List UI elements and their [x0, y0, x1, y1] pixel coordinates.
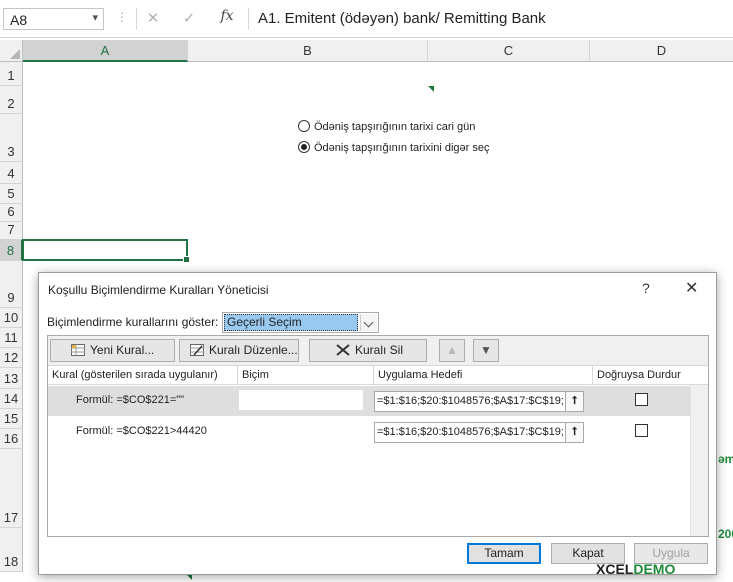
dialog-title: Koşullu Biçimlendirme Kuralları Yönetici… [48, 283, 269, 297]
rule-row[interactable]: Formül: =$CO$221="" =$1:$16;$20:$1048576… [48, 386, 690, 416]
column-header-format: Biçim [238, 366, 374, 385]
move-down-button[interactable]: ▼ [473, 339, 499, 362]
collapse-dialog-icon[interactable]: ⭡ [565, 392, 583, 411]
row-header[interactable]: 6 [0, 204, 23, 222]
cell-text-fragment: 200 [718, 527, 733, 541]
row-header[interactable]: 10 [0, 308, 23, 328]
formula-bar: A8 ▾ ⋮ ✕ ✓ fx A1. Emitent (ödəyən) bank/… [0, 0, 733, 38]
name-box[interactable]: A8 ▾ [3, 8, 104, 30]
close-icon[interactable]: ✕ [685, 278, 698, 298]
row-header[interactable]: 14 [0, 389, 23, 409]
cell-comment-indicator [428, 86, 434, 92]
ok-button[interactable]: Tamam [467, 543, 541, 564]
radio-label: Ödəniş tapşırığının tarixini digər seç [314, 142, 490, 154]
applies-to-value: =$1:$16;$20:$1048576;$A$17:$C$19; [377, 395, 564, 407]
delete-rule-label: Kuralı Sil [355, 343, 404, 357]
delete-rule-button[interactable]: Kuralı Sil [309, 339, 427, 362]
show-rules-value: Geçerli Seçim [224, 314, 358, 331]
row-header[interactable]: 17 [0, 449, 23, 528]
row-header[interactable]: 13 [0, 368, 23, 389]
row-header[interactable]: 7 [0, 222, 23, 240]
radio-label: Ödəniş tapşırığının tarixi cari gün [314, 121, 476, 133]
rules-panel: Yeni Kural... Kuralı Düzenle... Kuralı S… [47, 335, 709, 537]
column-header-d[interactable]: D [590, 40, 733, 62]
move-up-button[interactable]: ▲ [439, 339, 465, 362]
rule-row[interactable]: Formül: =$CO$221>44420 =$1:$16;$20:$1048… [48, 417, 690, 447]
watermark-logo: XCELDEMO [596, 561, 675, 577]
collapse-dialog-icon[interactable]: ⭡ [565, 423, 583, 442]
select-all-corner[interactable] [0, 40, 23, 62]
radio-button-selected-icon[interactable] [298, 141, 310, 153]
insert-function-icon[interactable]: fx [212, 8, 242, 24]
rule-formula: Formül: =$CO$221="" [76, 394, 185, 406]
column-header-applies-to: Uygulama Hedefi [374, 366, 593, 385]
check-icon[interactable]: ✓ [174, 9, 204, 29]
stop-if-true-checkbox[interactable] [635, 393, 648, 406]
radio-other-date[interactable]: Ödəniş tapşırığının tarixini digər seç [298, 141, 489, 154]
new-rule-icon [71, 342, 85, 356]
divider [248, 8, 249, 30]
formula-input[interactable]: A1. Emitent (ödəyən) bank/ Remitting Ban… [258, 10, 546, 27]
chevron-down-icon[interactable] [360, 314, 377, 331]
row-header[interactable]: 9 [0, 261, 23, 308]
rule-formula: Formül: =$CO$221>44420 [76, 425, 207, 437]
column-header-b[interactable]: B [188, 40, 428, 62]
column-header-rule: Kural (gösterilen sırada uygulanır) [48, 366, 238, 385]
rules-table-header: Kural (gösterilen sırada uygulanır) Biçi… [48, 366, 708, 385]
new-rule-label: Yeni Kural... [90, 343, 155, 357]
name-box-value: A8 [10, 12, 28, 28]
delete-icon [336, 342, 350, 356]
radio-button-icon[interactable] [298, 120, 310, 132]
help-button[interactable]: ? [642, 280, 650, 296]
show-rules-select[interactable]: Geçerli Seçim [222, 312, 379, 333]
divider [136, 8, 137, 30]
arrow-up-icon: ▲ [446, 343, 458, 357]
row-header[interactable]: 4 [0, 162, 23, 184]
new-rule-button[interactable]: Yeni Kural... [50, 339, 175, 362]
selected-cell-a8[interactable] [22, 239, 190, 263]
column-header-stop-if-true: Doğruysa Durdur [597, 369, 681, 381]
watermark-part-1: XCEL [596, 561, 634, 577]
cancel-icon[interactable]: ✕ [138, 9, 168, 29]
edit-rule-label: Kuralı Düzenle... [209, 343, 298, 357]
edit-rule-icon [190, 342, 204, 356]
format-preview [238, 389, 364, 411]
row-header[interactable]: 18 [0, 528, 23, 572]
row-header[interactable]: 5 [0, 184, 23, 204]
applies-to-input[interactable]: =$1:$16;$20:$1048576;$A$17:$C$19; ⭡ [374, 422, 584, 443]
row-header[interactable]: 1 [0, 62, 23, 86]
applies-to-value: =$1:$16;$20:$1048576;$A$17:$C$19; [377, 426, 564, 438]
edit-rule-button[interactable]: Kuralı Düzenle... [179, 339, 299, 362]
row-header[interactable]: 3 [0, 114, 23, 162]
stop-if-true-checkbox[interactable] [635, 424, 648, 437]
row-header[interactable]: 11 [0, 328, 23, 348]
row-header[interactable]: 8 [0, 240, 23, 261]
row-header[interactable]: 12 [0, 348, 23, 368]
chevron-down-icon[interactable]: ▾ [92, 11, 98, 24]
rules-scrollbar[interactable] [690, 385, 708, 536]
show-rules-label: Biçimlendirme kurallarını göster: [47, 315, 219, 329]
row-header[interactable]: 2 [0, 86, 23, 114]
cell-text-fragment: əm [718, 452, 733, 466]
applies-to-input[interactable]: =$1:$16;$20:$1048576;$A$17:$C$19; ⭡ [374, 391, 584, 412]
drag-handle-icon[interactable]: ⋮ [116, 10, 128, 24]
rules-toolbar: Yeni Kural... Kuralı Düzenle... Kuralı S… [48, 336, 708, 366]
row-header[interactable]: 16 [0, 429, 23, 449]
row-header[interactable]: 15 [0, 409, 23, 429]
column-header-c[interactable]: C [428, 40, 590, 62]
arrow-down-icon: ▼ [480, 343, 492, 357]
watermark-part-2: DEMO [633, 561, 676, 577]
radio-current-day[interactable]: Ödəniş tapşırığının tarixi cari gün [298, 120, 475, 133]
column-header-a[interactable]: A [23, 40, 188, 62]
conditional-formatting-rules-manager-dialog: Koşullu Biçimlendirme Kuralları Yönetici… [38, 272, 717, 575]
